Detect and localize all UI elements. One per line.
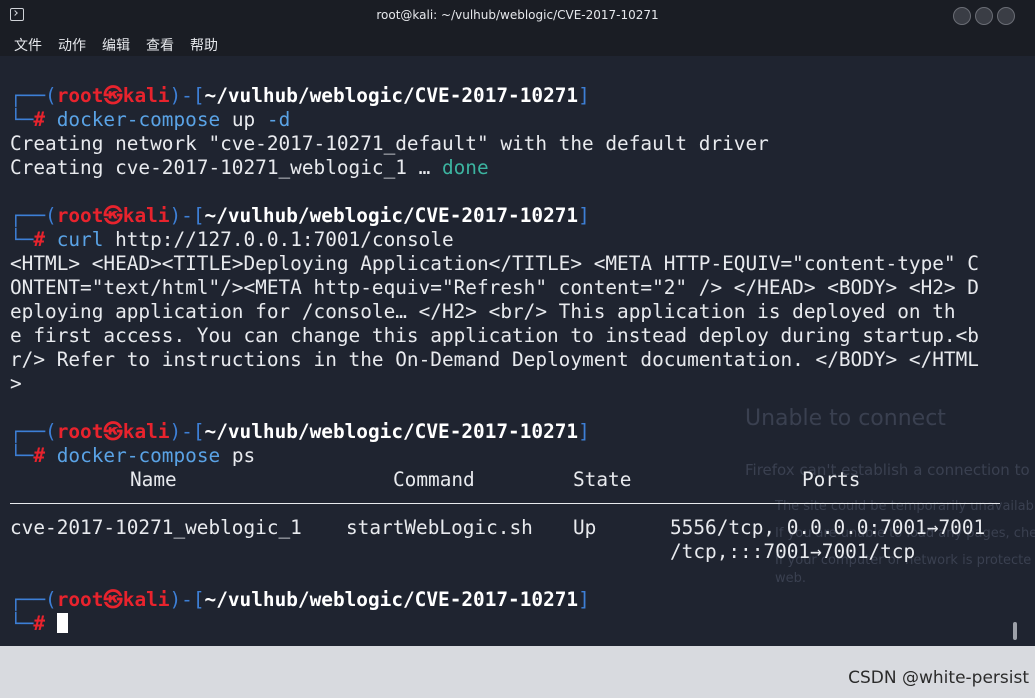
command-name: docker-compose	[56, 444, 221, 467]
command-args: up	[220, 108, 267, 131]
minimize-button[interactable]	[953, 7, 971, 25]
prompt-close: ]	[578, 204, 590, 227]
prompt-prefix: └─	[10, 108, 34, 131]
table-header-command: Command	[393, 468, 475, 491]
output-line: >	[10, 372, 22, 395]
title-bar: root@kali: ~/vulhub/weblogic/CVE-2017-10…	[0, 0, 1035, 32]
prompt-close: ]	[578, 84, 590, 107]
watermark-text: CSDN @white-persist	[848, 668, 1029, 688]
table-cell-state: Up	[573, 516, 597, 539]
command-flag: -d	[266, 108, 291, 131]
output-line: r/> Refer to instructions in the On-Dema…	[10, 348, 979, 371]
command-name: curl	[56, 228, 104, 251]
command-line: └─# curl http://127.0.0.1:7001/console	[10, 228, 454, 252]
prompt-at: ㉿	[103, 204, 123, 227]
table-cell-command: startWebLogic.sh	[346, 516, 533, 539]
output-line: ONTENT="text/html"/><META http-equiv="Re…	[10, 276, 979, 299]
prompt-line: ┌──(root㉿kali)-[~/vulhub/weblogic/CVE-20…	[10, 84, 590, 108]
prompt-hash: #	[33, 612, 46, 635]
command-args: ps	[220, 444, 256, 467]
ghost-line: Firefox can't establish a connection to	[745, 461, 1030, 479]
prompt-host: kali	[122, 84, 170, 107]
text-cursor	[56, 613, 68, 633]
output-line: <HTML> <HEAD><TITLE>Deploying Applicatio…	[10, 252, 979, 275]
prompt-at: ㉿	[103, 420, 123, 443]
prompt-line: ┌──(root㉿kali)-[~/vulhub/weblogic/CVE-20…	[10, 420, 590, 444]
ghost-bullet-1: The site could be temporarily unavailab	[775, 499, 1034, 514]
command-line: └─# docker-compose up -d	[10, 108, 290, 132]
command-line[interactable]: └─#	[10, 612, 68, 636]
output-text: Creating cve-2017-10271_weblogic_1 …	[10, 156, 442, 179]
prompt-separator: )-[	[169, 204, 205, 227]
output-line: Creating network "cve-2017-10271_default…	[10, 132, 769, 155]
prompt-line: ┌──(root㉿kali)-[~/vulhub/weblogic/CVE-20…	[10, 588, 590, 612]
prompt-bracket: ┌──(	[10, 84, 57, 107]
prompt-path: ~/vulhub/weblogic/CVE-2017-10271	[204, 204, 579, 227]
prompt-line: ┌──(root㉿kali)-[~/vulhub/weblogic/CVE-20…	[10, 204, 590, 228]
prompt-close: ]	[578, 420, 590, 443]
table-cell-ports: 5556/tcp, 0.0.0.0:7001→7001	[670, 516, 986, 539]
menu-file[interactable]: 文件	[14, 35, 42, 55]
menu-view[interactable]: 查看	[146, 35, 174, 55]
maximize-button[interactable]	[975, 7, 993, 25]
prompt-prefix: └─	[10, 612, 34, 635]
output-line: eploying application for /console… </H2>…	[10, 300, 956, 323]
prompt-separator: )-[	[169, 420, 205, 443]
prompt-host: kali	[122, 204, 170, 227]
prompt-user: root	[56, 588, 104, 611]
ghost-heading: Unable to connect	[745, 406, 946, 431]
command-args: http://127.0.0.1:7001/console	[103, 228, 454, 251]
prompt-hash: #	[33, 108, 46, 131]
table-cell-ports-cont: /tcp,:::7001→7001/tcp	[670, 540, 916, 563]
table-header-name: Name	[130, 468, 177, 491]
prompt-bracket: ┌──(	[10, 588, 57, 611]
command-name: docker-compose	[56, 108, 221, 131]
prompt-user: root	[56, 84, 104, 107]
prompt-bracket: ┌──(	[10, 204, 57, 227]
prompt-at: ㉿	[103, 588, 123, 611]
prompt-user: root	[56, 204, 104, 227]
prompt-close: ]	[578, 588, 590, 611]
table-cell-name: cve-2017-10271_weblogic_1	[10, 516, 302, 539]
prompt-host: kali	[122, 420, 170, 443]
prompt-separator: )-[	[169, 84, 205, 107]
prompt-host: kali	[122, 588, 170, 611]
prompt-bracket: ┌──(	[10, 420, 57, 443]
table-header-ports: Ports	[802, 468, 861, 491]
prompt-hash: #	[33, 444, 46, 467]
prompt-user: root	[56, 420, 104, 443]
menu-help[interactable]: 帮助	[190, 35, 218, 55]
window-title: root@kali: ~/vulhub/weblogic/CVE-2017-10…	[376, 8, 659, 22]
prompt-prefix: └─	[10, 444, 34, 467]
terminal-area[interactable]: Unable to connect Firefox can't establis…	[0, 56, 1035, 646]
output-done: done	[441, 156, 489, 179]
prompt-at: ㉿	[103, 84, 123, 107]
scrollbar-thumb[interactable]	[1013, 622, 1017, 640]
menu-action[interactable]: 动作	[58, 35, 86, 55]
ghost-bullet-3b: web.	[775, 571, 807, 586]
table-divider	[10, 503, 1000, 504]
prompt-prefix: └─	[10, 228, 34, 251]
prompt-path: ~/vulhub/weblogic/CVE-2017-10271	[204, 84, 579, 107]
prompt-hash: #	[33, 228, 46, 251]
prompt-path: ~/vulhub/weblogic/CVE-2017-10271	[204, 420, 579, 443]
table-header-state: State	[573, 468, 632, 491]
prompt-separator: )-[	[169, 588, 205, 611]
terminal-window: root@kali: ~/vulhub/weblogic/CVE-2017-10…	[0, 0, 1035, 646]
output-line: e first access. You can change this appl…	[10, 324, 979, 347]
output-line: Creating cve-2017-10271_weblogic_1 … don…	[10, 156, 489, 180]
command-line: └─# docker-compose ps	[10, 444, 255, 468]
prompt-path: ~/vulhub/weblogic/CVE-2017-10271	[204, 588, 579, 611]
menu-edit[interactable]: 编辑	[102, 35, 130, 55]
close-button[interactable]	[997, 7, 1015, 25]
menu-bar: 文件 动作 编辑 查看 帮助	[0, 32, 1035, 56]
